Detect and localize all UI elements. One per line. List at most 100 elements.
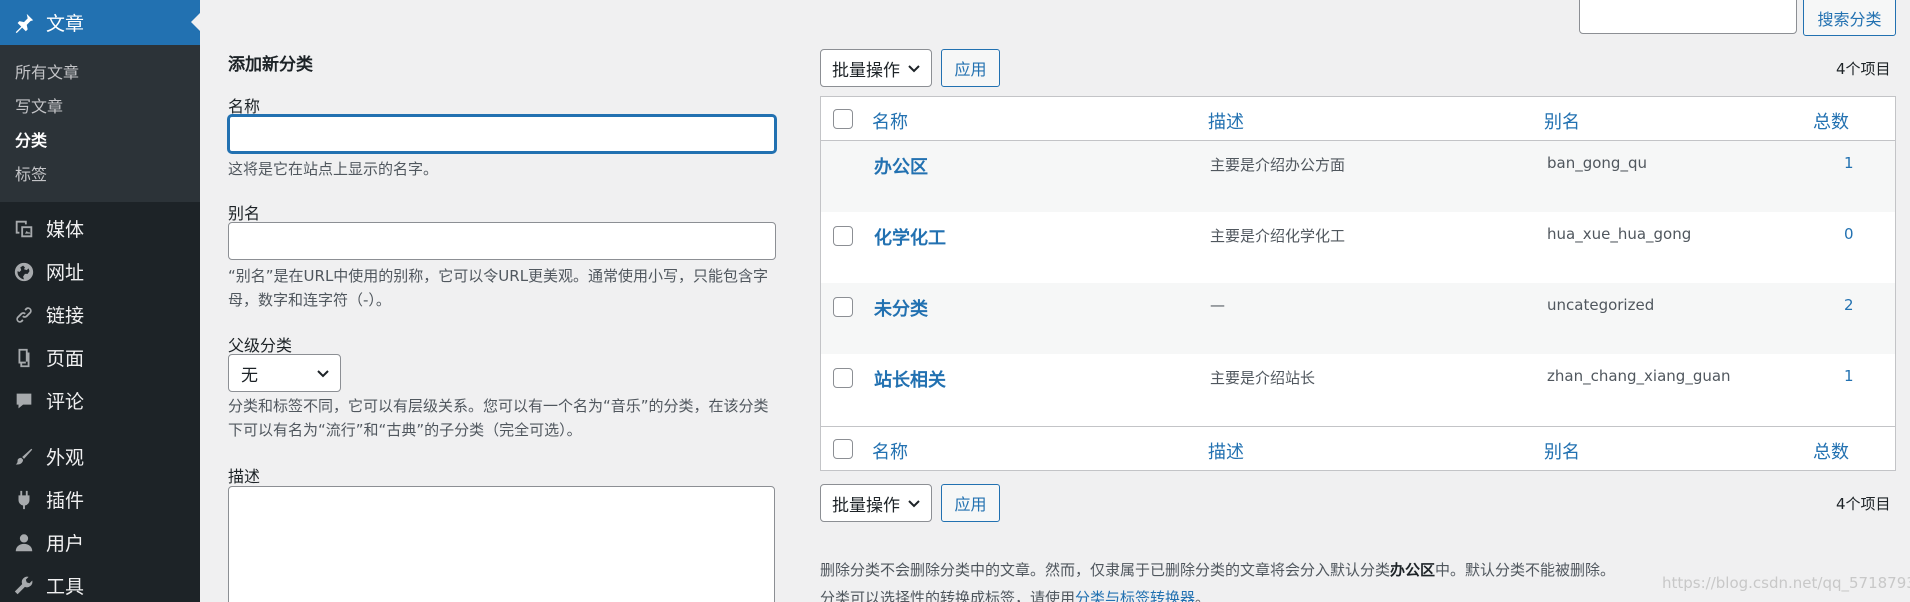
category-name-link[interactable]: 站长相关: [874, 366, 946, 392]
category-slug-input[interactable]: [228, 222, 776, 260]
category-description: 主要是介绍化学化工: [1210, 227, 1346, 245]
admin-sidebar: 文章 所有文章 写文章 分类 标签 媒体 网址 链接 页面 评论 外观 插件 用…: [0, 0, 200, 602]
note-text: 中。默认分类不能被删除。: [1435, 561, 1616, 579]
category-description: 主要是介绍站长: [1210, 369, 1316, 387]
posts-submenu: 所有文章 写文章 分类 标签: [0, 45, 200, 202]
apply-button-top[interactable]: 应用: [941, 49, 1000, 87]
search-categories-button[interactable]: 搜索分类: [1803, 0, 1896, 36]
row-checkbox[interactable]: [833, 297, 853, 317]
menu-label: 用户: [46, 533, 85, 555]
category-description: —: [1210, 296, 1225, 314]
slug-label: 别名: [228, 204, 261, 223]
category-description-textarea[interactable]: [228, 486, 775, 602]
column-name-header[interactable]: 名称: [872, 108, 908, 134]
menu-label: 页面: [46, 348, 85, 370]
column-slug-header[interactable]: 别名: [1544, 108, 1580, 134]
watermark-text: https://blog.csdn.net/qq_57187936: [1662, 574, 1910, 592]
select-all-checkbox[interactable]: [833, 109, 853, 129]
menu-label: 媒体: [46, 219, 85, 241]
menu-item-tools[interactable]: 工具: [0, 564, 200, 602]
submenu-categories[interactable]: 分类: [0, 124, 200, 158]
parent-label: 父级分类: [228, 336, 293, 355]
plugin-icon: [12, 488, 36, 512]
category-slug: zhan_chang_xiang_guan: [1547, 367, 1731, 385]
menu-label: 文章: [46, 13, 85, 35]
parent-category-select[interactable]: 无: [228, 354, 341, 392]
categories-table: 名称 描述 别名 总数 办公区 主要是介绍办公方面 ban_gong_qu 1 …: [820, 96, 1896, 471]
submenu-tags[interactable]: 标签: [0, 158, 200, 192]
pushpin-icon: [12, 11, 36, 35]
column-desc-footer[interactable]: 描述: [1208, 438, 1244, 464]
wrench-icon: [12, 574, 36, 598]
column-count-header[interactable]: 总数: [1813, 108, 1849, 134]
menu-item-posts[interactable]: 文章: [0, 0, 200, 45]
category-count-link[interactable]: 1: [1844, 154, 1854, 172]
table-row: 办公区 主要是介绍办公方面 ban_gong_qu 1: [821, 141, 1895, 212]
submenu-new-post[interactable]: 写文章: [0, 90, 200, 124]
column-count-footer[interactable]: 总数: [1813, 438, 1849, 464]
link-icon: [12, 303, 36, 327]
page-icon: [12, 346, 36, 370]
category-slug: ban_gong_qu: [1547, 154, 1647, 172]
items-count-top: 4个项目: [1836, 60, 1891, 78]
column-name-footer[interactable]: 名称: [872, 438, 908, 464]
globe-icon: [12, 260, 36, 284]
table-row: 化学化工 主要是介绍化学化工 hua_xue_hua_gong 0: [821, 212, 1895, 283]
comment-icon: [12, 389, 36, 413]
category-search-input[interactable]: [1579, 0, 1797, 34]
bulk-actions-label: 批量操作: [832, 60, 900, 81]
category-name-link[interactable]: 未分类: [874, 295, 928, 321]
category-count-link[interactable]: 0: [1844, 225, 1854, 243]
menu-item-media[interactable]: 媒体: [0, 207, 200, 250]
bulk-actions-select-top[interactable]: 批量操作: [820, 49, 932, 87]
category-slug: uncategorized: [1547, 296, 1655, 314]
table-footer: 名称 描述 别名 总数: [821, 426, 1895, 470]
description-label: 描述: [228, 467, 261, 486]
menu-item-comments[interactable]: 评论: [0, 379, 200, 422]
items-count-bottom: 4个项目: [1836, 495, 1891, 513]
note-text: 分类可以选择性的转换成标签，请使用: [820, 589, 1076, 602]
column-slug-footer[interactable]: 别名: [1544, 438, 1580, 464]
menu-item-plugins[interactable]: 插件: [0, 478, 200, 521]
convert-category-note: 分类可以选择性的转换成标签，请使用分类与标签转换器。: [820, 587, 1210, 602]
menu-item-appearance[interactable]: 外观: [0, 435, 200, 478]
category-count-link[interactable]: 1: [1844, 367, 1854, 385]
user-icon: [12, 531, 36, 555]
category-name-link[interactable]: 化学化工: [874, 224, 946, 250]
menu-label: 工具: [46, 576, 85, 598]
column-desc-header[interactable]: 描述: [1208, 108, 1244, 134]
category-tag-converter-link[interactable]: 分类与标签转换器: [1075, 589, 1195, 602]
chevron-down-icon: [908, 500, 920, 508]
bulk-actions-select-bottom[interactable]: 批量操作: [820, 484, 932, 522]
category-description: 主要是介绍办公方面: [1210, 156, 1346, 174]
menu-label: 评论: [46, 391, 85, 413]
row-checkbox[interactable]: [833, 226, 853, 246]
note-text: 删除分类不会删除分类中的文章。然而，仅隶属于已删除分类的文章将会分入默认分类: [820, 561, 1391, 579]
category-name-input[interactable]: [228, 115, 776, 153]
chevron-down-icon: [908, 65, 920, 73]
select-all-checkbox-bottom[interactable]: [833, 439, 853, 459]
table-row: 站长相关 主要是介绍站长 zhan_chang_xiang_guan 1: [821, 354, 1895, 425]
category-name-link[interactable]: 办公区: [874, 153, 928, 179]
menu-label: 网址: [46, 262, 85, 284]
category-count-link[interactable]: 2: [1844, 296, 1854, 314]
parent-selected-value: 无: [241, 365, 258, 386]
name-label: 名称: [228, 97, 261, 116]
media-icon: [12, 217, 36, 241]
apply-button-bottom[interactable]: 应用: [941, 484, 1000, 522]
delete-category-note: 删除分类不会删除分类中的文章。然而，仅隶属于已删除分类的文章将会分入默认分类办公…: [820, 559, 1615, 580]
submenu-all-posts[interactable]: 所有文章: [0, 56, 200, 90]
note-text: 。: [1195, 589, 1211, 602]
table-header: 名称 描述 别名 总数: [821, 97, 1895, 141]
menu-item-links[interactable]: 链接: [0, 293, 200, 336]
category-slug: hua_xue_hua_gong: [1547, 225, 1692, 243]
name-help: 这将是它在站点上显示的名字。: [228, 160, 439, 178]
bulk-actions-label: 批量操作: [832, 495, 900, 516]
menu-item-sites[interactable]: 网址: [0, 250, 200, 293]
menu-label: 链接: [46, 305, 85, 327]
chevron-down-icon: [317, 370, 329, 378]
slug-help: “别名”是在URL中使用的别称，它可以令URL更美观。通常使用小写，只能包含字母…: [228, 267, 769, 309]
menu-item-users[interactable]: 用户: [0, 521, 200, 564]
row-checkbox[interactable]: [833, 368, 853, 388]
menu-item-pages[interactable]: 页面: [0, 336, 200, 379]
